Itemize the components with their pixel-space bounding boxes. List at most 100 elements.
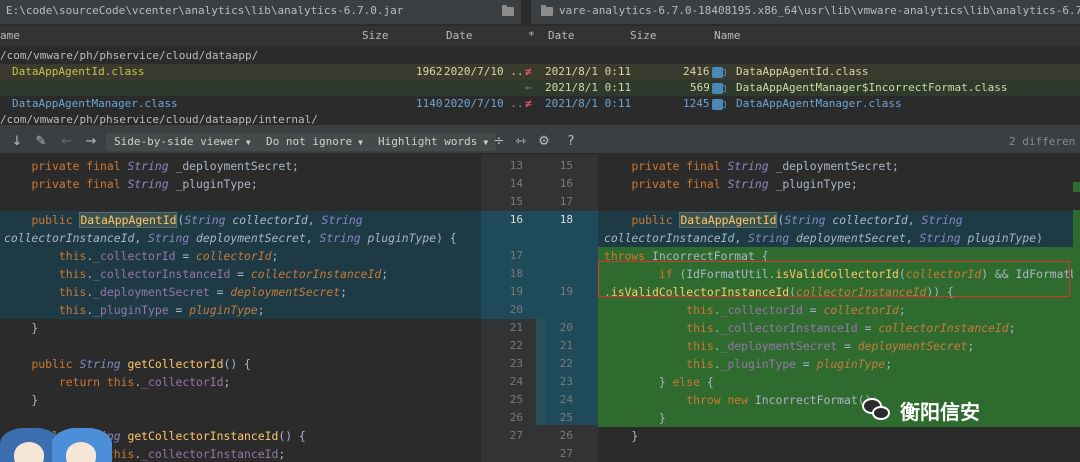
- column-size-right[interactable]: Size: [630, 26, 657, 46]
- line-number-right: 18: [559, 213, 573, 226]
- left-path-bar: E:\code\sourceCode\vcenter\analytics\lib…: [0, 0, 521, 24]
- code-line: private final String _deploymentSecret;: [631, 159, 899, 173]
- file-row[interactable]: DataAppAgentId.class 1962 2020/7/10 ... …: [0, 64, 1080, 80]
- line-number-right: 24: [559, 393, 573, 406]
- highlight-label: Highlight words: [378, 135, 478, 148]
- line-number-left: 20: [509, 303, 523, 316]
- right-file-name: DataAppAgentManager$IncorrectFormat.clas…: [736, 81, 1008, 94]
- line-number-right: [535, 265, 573, 283]
- left-file-date: 2020/7/10 ...: [444, 65, 531, 78]
- right-path-bar: vare-analytics-6.7.0-18408195.x86_64\usr…: [531, 0, 1080, 24]
- right-file-date: 2021/8/1 0:11: [545, 81, 632, 94]
- left-file-size: 1962: [416, 65, 443, 78]
- column-date[interactable]: Date: [446, 26, 473, 46]
- code-line: collectorInstanceId, String deploymentSe…: [598, 229, 1080, 247]
- code-line: }: [598, 409, 1080, 427]
- arrow-right-icon[interactable]: →: [82, 133, 100, 151]
- line-number-right: 27: [559, 447, 573, 460]
- line-number-right: [535, 247, 573, 265]
- code-line: this._collectorInstanceId = collectorIns…: [0, 265, 481, 283]
- highlight-dropdown[interactable]: Highlight words ▼: [370, 133, 497, 151]
- arrow-left-icon[interactable]: ←: [58, 133, 76, 151]
- differences-count: 2 differen: [1009, 135, 1076, 148]
- file-row[interactable]: ← 2021/8/1 0:11 569 DataAppAgentManager$…: [0, 80, 1080, 96]
- wechat-icon: [862, 398, 892, 424]
- line-number-left: 22: [509, 339, 523, 352]
- folder-icon[interactable]: [541, 5, 553, 16]
- left-code-pane[interactable]: private final String _deploymentSecret; …: [0, 155, 481, 462]
- splitter[interactable]: [521, 0, 531, 24]
- folder-icon[interactable]: [502, 5, 514, 16]
- line-number-left: 19: [509, 285, 523, 298]
- scroll-marker[interactable]: [1073, 210, 1080, 300]
- collapse-icon[interactable]: ÷: [490, 133, 508, 151]
- help-icon[interactable]: ?: [562, 133, 580, 151]
- line-number-left: 14: [509, 177, 523, 190]
- right-file-date: 2021/8/1 0:11: [545, 97, 632, 110]
- line-number-right: 17: [559, 195, 573, 208]
- sync-scroll-icon[interactable]: ⇿: [512, 133, 530, 151]
- line-number-right: 16: [559, 177, 573, 190]
- file-row[interactable]: DataAppAgentManager.class 1140 2020/7/10…: [0, 96, 1080, 112]
- line-number-left: 21: [509, 321, 523, 334]
- column-star[interactable]: *: [528, 26, 535, 46]
- code-line: if (IdFormatUtil.isValidCollectorId(coll…: [598, 265, 1080, 283]
- line-number-right: 22: [559, 357, 573, 370]
- code-line: throws IncorrectFormat {: [598, 247, 1080, 265]
- left-file-size: 1140: [416, 97, 443, 110]
- column-name[interactable]: ame: [0, 26, 20, 46]
- left-file-name: DataAppAgentManager.class: [12, 97, 178, 110]
- diff-gutter: 13 15 14 16 15 17 16 18 17 18 19 19 20 21 20 22 21 23 22 24…: [481, 155, 598, 462]
- line-number-left: 23: [509, 357, 523, 370]
- not-equal-icon: ≠: [525, 65, 532, 78]
- ignore-dropdown[interactable]: Do not ignore ▼: [258, 133, 371, 151]
- code-line: this._collectorId = collectorId;: [0, 247, 481, 265]
- line-number-right: 20: [559, 321, 573, 334]
- code-line: this._collectorId = collectorId;: [598, 301, 1080, 319]
- code-line: }: [604, 429, 639, 443]
- line-number-left: 24: [509, 375, 523, 388]
- column-date-right[interactable]: Date: [548, 26, 575, 46]
- right-code-pane[interactable]: private final String _deploymentSecret; …: [598, 155, 1080, 462]
- viewer-label: Side-by-side viewer: [114, 135, 240, 148]
- avatar: [0, 428, 60, 462]
- line-number-left: 27: [509, 429, 523, 442]
- line-number-right: 25: [559, 411, 573, 424]
- code-line: collectorInstanceId, String deploymentSe…: [0, 229, 481, 247]
- line-number-right: [535, 229, 573, 247]
- right-file-size: 1245: [683, 97, 710, 110]
- code-line: this._pluginType = pluginType;: [598, 355, 1080, 373]
- code-line: }: [4, 393, 39, 407]
- line-number-right: 23: [559, 375, 573, 388]
- chevron-down-icon: ▼: [245, 138, 251, 147]
- code-line: return this._collectorId;: [58, 375, 231, 389]
- right-file-name: DataAppAgentId.class: [736, 65, 869, 78]
- left-path: E:\code\sourceCode\vcenter\analytics\lib…: [6, 4, 404, 17]
- line-number-left: [485, 445, 523, 462]
- code-line: throw new IncorrectFormat();: [598, 391, 1080, 409]
- right-file-name: DataAppAgentManager.class: [736, 97, 902, 110]
- edit-icon[interactable]: ✎: [32, 133, 50, 151]
- class-file-icon: [712, 83, 726, 94]
- code-line: private final String _deploymentSecret;: [31, 159, 299, 173]
- line-number-left: 25: [509, 393, 523, 406]
- scroll-marker[interactable]: [1073, 182, 1080, 192]
- left-file-date: 2020/7/10 ...: [444, 97, 531, 110]
- arrow-left-icon: ←: [525, 81, 532, 94]
- column-name-right[interactable]: Name: [714, 26, 741, 46]
- diff-toolbar: ↓ ✎ ← → Side-by-side viewer ▼ Do not igno…: [0, 130, 1080, 154]
- viewer-dropdown[interactable]: Side-by-side viewer ▼: [106, 133, 259, 151]
- code-line: }: [4, 321, 39, 335]
- code-line: private final String _pluginType;: [631, 177, 858, 191]
- right-file-size: 569: [690, 81, 710, 94]
- code-line: this._deploymentSecret = deploymentSecre…: [0, 283, 481, 301]
- line-number-left: 16: [509, 213, 523, 226]
- gear-icon[interactable]: ⚙: [535, 133, 553, 151]
- column-size[interactable]: Size: [362, 26, 389, 46]
- arrow-down-icon[interactable]: ↓: [8, 133, 26, 151]
- watermark-text: 衡阳信安: [900, 400, 980, 424]
- folder-row[interactable]: /com/vmware/ph/phservice/cloud/dataapp/: [0, 48, 1080, 64]
